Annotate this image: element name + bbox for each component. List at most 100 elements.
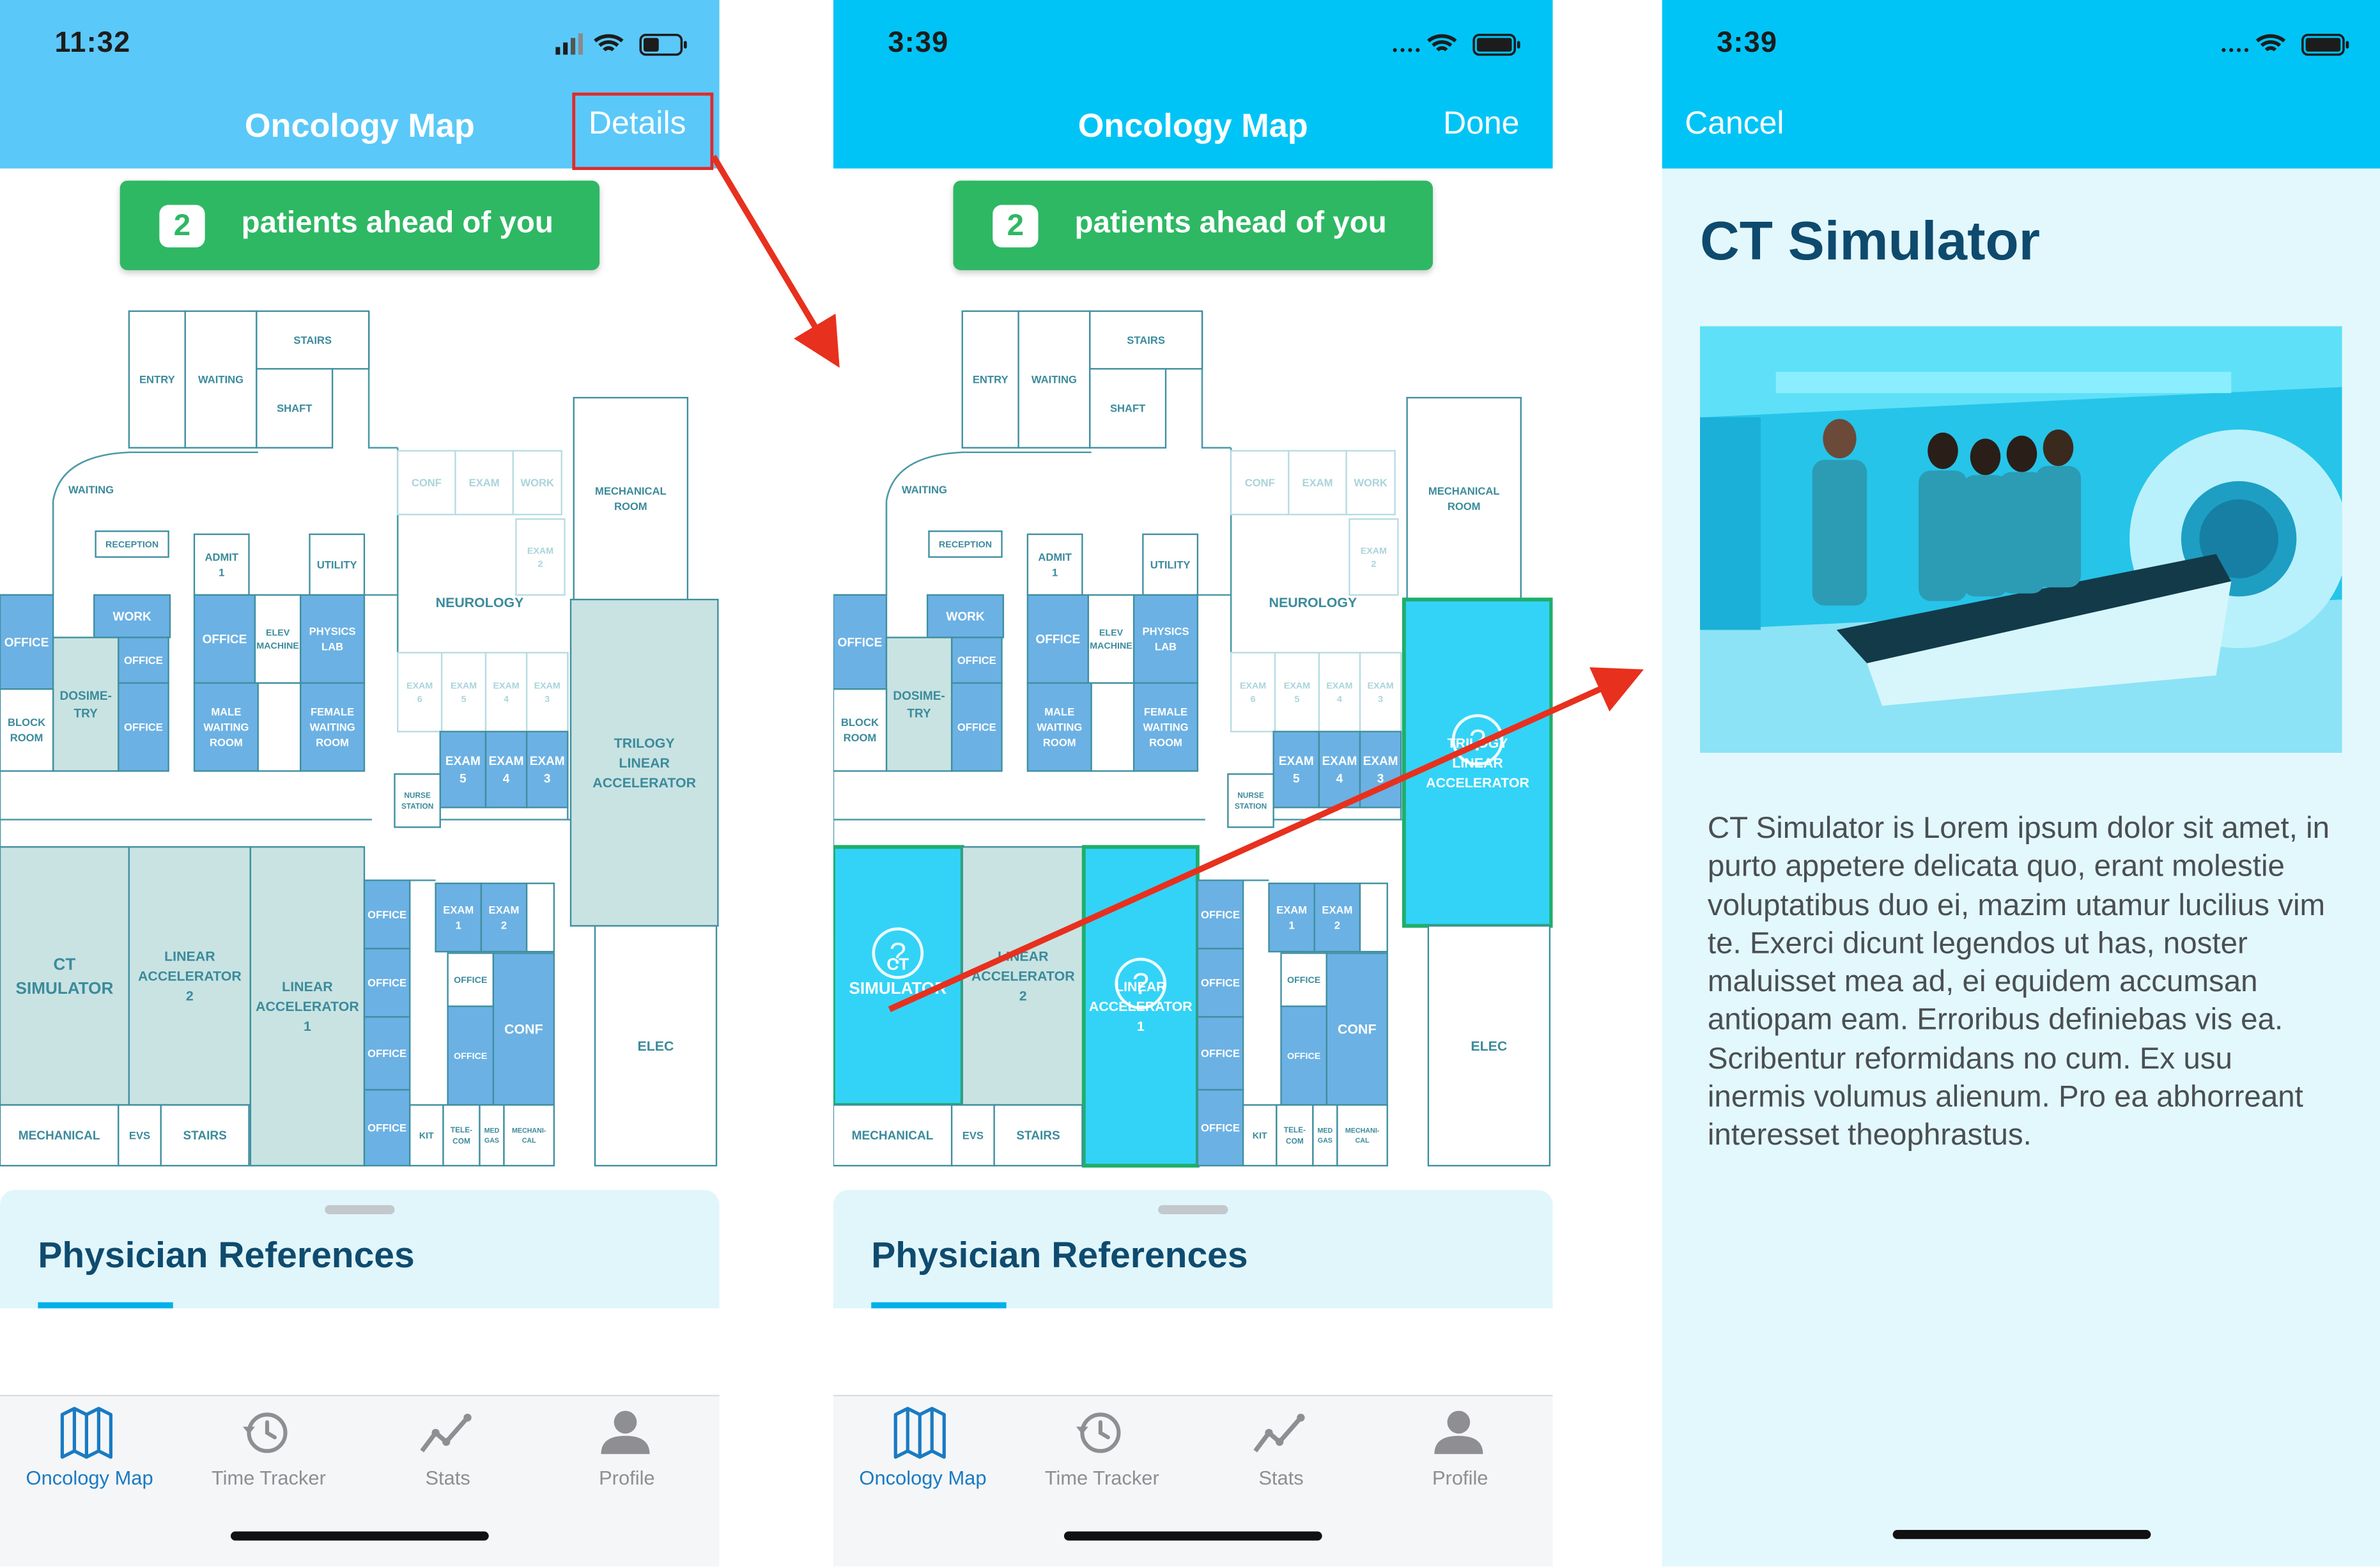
room-exam-4-area[interactable]	[1318, 730, 1361, 808]
map-icon	[893, 1407, 946, 1459]
room-admit-1-area[interactable]	[1026, 533, 1083, 596]
room-label: 3	[544, 773, 551, 786]
room-exam-3-area[interactable]	[1359, 730, 1402, 808]
room-label: 3	[1377, 773, 1384, 786]
room-label: MALE	[1044, 706, 1074, 718]
status-icons	[555, 33, 687, 56]
room-elev-machine-area[interactable]	[254, 594, 302, 684]
tab-stats[interactable]: Stats	[359, 1396, 537, 1502]
room-tele-com-area[interactable]	[442, 1104, 481, 1167]
room-exam-5-area[interactable]	[1272, 730, 1320, 808]
room-exam-4-area[interactable]	[484, 730, 528, 808]
room-mechanical-room-area[interactable]	[573, 397, 689, 601]
room-dosime-try-area[interactable]	[52, 637, 120, 772]
room-label: CONF	[412, 477, 442, 489]
room-ct-simulator-area[interactable]	[0, 846, 130, 1106]
room-exam-6-area[interactable]	[1230, 652, 1276, 732]
tab-profile[interactable]: Profile	[1371, 1396, 1550, 1502]
room-exam-3-area[interactable]	[1359, 652, 1402, 732]
room-unlabeled-area[interactable]	[257, 682, 302, 772]
sheet-drag-handle[interactable]	[1158, 1205, 1228, 1214]
room-block-room-area[interactable]	[833, 688, 888, 772]
tab-bar: Oncology Map Time Tracker Stats Profile	[833, 1394, 1553, 1566]
arrow-details-to-map	[711, 155, 840, 368]
room-label: MACHINE	[256, 641, 299, 651]
room-label: 3	[1378, 694, 1383, 704]
room-exam-1-area[interactable]	[1268, 883, 1315, 953]
tab-stats[interactable]: Stats	[1191, 1396, 1370, 1502]
sheet-drag-handle[interactable]	[325, 1205, 395, 1214]
room-exam-4-area[interactable]	[484, 652, 528, 732]
room-label: EXAM	[1276, 904, 1307, 916]
room-exam-2-area[interactable]	[515, 518, 566, 596]
room-label: PHYSICS	[309, 626, 356, 638]
room-label: ACCELERATOR	[1426, 775, 1529, 791]
room-label: OFFICE	[367, 977, 406, 989]
room-unlabeled-area[interactable]	[1090, 682, 1135, 772]
room-exam-2-area[interactable]	[480, 883, 528, 953]
room-exam-3-area[interactable]	[525, 730, 569, 808]
tab-time-tracker[interactable]: Time Tracker	[1012, 1396, 1191, 1502]
room-label: ACCELERATOR	[138, 969, 242, 984]
room-exam-3-area[interactable]	[525, 652, 569, 732]
queue-count: 2	[993, 205, 1039, 248]
room-label: MECHANICAL	[595, 485, 667, 497]
room-label: OFFICE	[4, 636, 49, 649]
room-label: MED	[1318, 1127, 1333, 1134]
room-admit-1-area[interactable]	[193, 533, 250, 596]
room-tele-com-area[interactable]	[1276, 1104, 1314, 1167]
tab-label: Oncology Map	[859, 1466, 987, 1489]
room-elev-machine-area[interactable]	[1087, 594, 1135, 684]
room-label: OFFICE	[957, 721, 996, 733]
room-nurse-station-area[interactable]	[1227, 773, 1274, 828]
tab-oncology-map[interactable]: Oncology Map	[0, 1396, 179, 1502]
room-physics-lab-area[interactable]	[1132, 594, 1199, 684]
tab-time-tracker[interactable]: Time Tracker	[179, 1396, 358, 1502]
room-unlabeled-area[interactable]	[1359, 883, 1388, 953]
room-label: EXAM	[1284, 681, 1310, 691]
room-exam-4-area[interactable]	[1318, 652, 1361, 732]
room-exam-2-area[interactable]	[1313, 883, 1361, 953]
room-label: EXAM	[493, 681, 519, 691]
room-physics-lab-area[interactable]	[300, 594, 366, 684]
room-label: EXAM	[443, 904, 474, 916]
room-label: MECHANI-	[512, 1127, 546, 1134]
tab-profile[interactable]: Profile	[537, 1396, 716, 1502]
room-label: KIT	[419, 1131, 434, 1141]
room-label: OFFICE	[367, 909, 406, 921]
room-nurse-station-area[interactable]	[394, 773, 441, 828]
physician-references-sheet[interactable]: Physician References	[833, 1190, 1553, 1309]
room-label: GAS	[1318, 1137, 1333, 1145]
done-button[interactable]: Done	[1443, 106, 1519, 143]
cancel-button[interactable]: Cancel	[1685, 106, 1784, 143]
room-label: ACCELERATOR	[592, 775, 696, 791]
room-label: EXAM	[1322, 904, 1352, 916]
floor-plan-map[interactable]: ENTRY WAITING STAIRS SHAFT CONF EXAM WORK EXAM 2…	[0, 296, 720, 1177]
room-exam-6-area[interactable]	[397, 652, 443, 732]
room-exam-5-area[interactable]	[439, 730, 487, 808]
room-dosime-try-area[interactable]	[885, 637, 953, 772]
room-mechanical-room-area[interactable]	[1406, 397, 1522, 601]
physician-references-sheet[interactable]: Physician References	[0, 1190, 720, 1309]
nav-bar: 3:39 Oncology Map Done	[833, 0, 1553, 169]
nav-bar: 3:39 Cancel	[1662, 0, 2380, 169]
room-label: LINEAR	[282, 979, 333, 994]
sheet-title: Physician References	[38, 1235, 415, 1277]
room-mechani-cal-area[interactable]	[1336, 1104, 1388, 1167]
question-mark-glyph: ?	[890, 937, 906, 971]
room-block-room-area[interactable]	[0, 688, 54, 772]
room-label: OFFICE	[454, 975, 487, 985]
room-label: COM	[452, 1136, 470, 1145]
room-mechani-cal-area[interactable]	[503, 1104, 555, 1167]
room-med-gas-area[interactable]	[1312, 1104, 1338, 1167]
room-exam-5-area[interactable]	[1274, 652, 1320, 732]
room-exam-1-area[interactable]	[435, 883, 483, 953]
room-label: 5	[1293, 773, 1300, 786]
room-med-gas-area[interactable]	[479, 1104, 505, 1167]
floor-plan-map[interactable]: ENTRY WAITING STAIRS SHAFT CONF EXAM WORK EXAM 2…	[833, 296, 1553, 1177]
room-label: STATION	[401, 802, 433, 811]
room-exam-5-area[interactable]	[440, 652, 487, 732]
room-unlabeled-area[interactable]	[525, 883, 555, 953]
tab-oncology-map[interactable]: Oncology Map	[833, 1396, 1012, 1502]
room-exam-2-area[interactable]	[1348, 518, 1399, 596]
